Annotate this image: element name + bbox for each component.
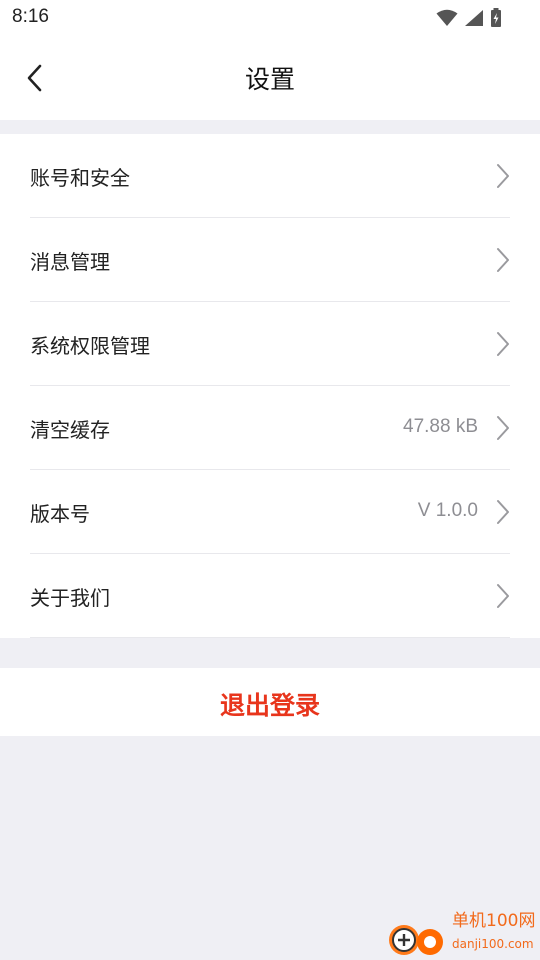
svg-text:danji100.com: danji100.com xyxy=(452,937,534,951)
menu-item-version[interactable]: 版本号 V 1.0.0 xyxy=(0,470,540,554)
menu-item-label: 账号和安全 xyxy=(30,166,130,190)
menu-item-clear-cache[interactable]: 清空缓存 47.88 kB xyxy=(0,386,540,470)
chevron-right-icon xyxy=(497,164,509,188)
chevron-right-icon xyxy=(497,416,509,440)
menu-item-system-permissions[interactable]: 系统权限管理 xyxy=(0,302,540,386)
chevron-right-icon xyxy=(497,500,509,524)
status-icons xyxy=(436,8,502,28)
svg-text:单机100网: 单机100网 xyxy=(452,911,535,931)
chevron-right-icon xyxy=(497,584,509,608)
menu-item-account-security[interactable]: 账号和安全 xyxy=(0,134,540,218)
menu-item-label: 版本号 xyxy=(30,502,90,526)
menu-item-label: 消息管理 xyxy=(30,250,110,274)
watermark-logo: 单机100网 danji100.com xyxy=(389,911,535,955)
signal-icon xyxy=(465,10,483,26)
menu-item-label: 关于我们 xyxy=(30,586,110,610)
menu-item-label: 清空缓存 xyxy=(30,418,110,442)
status-bar: 8:16 xyxy=(0,0,540,36)
page-title: 设置 xyxy=(244,65,295,94)
settings-menu: 账号和安全 消息管理 系统权限管理 清空缓存 47.88 kB 版本号 V 1.… xyxy=(0,134,540,638)
settings-screen: 8:16 设置 账号和安全 消息管理 系统权限管理 清空缓存 47.88 kB … xyxy=(0,0,540,960)
status-time: 8:16 xyxy=(12,6,49,27)
logout-label: 退出登录 xyxy=(219,691,320,720)
divider xyxy=(30,637,510,638)
logout-button[interactable]: 退出登录 xyxy=(0,668,540,736)
app-header: 设置 xyxy=(0,36,540,120)
battery-charging-icon xyxy=(491,8,501,27)
chevron-right-icon xyxy=(497,248,509,272)
chevron-right-icon xyxy=(497,332,509,356)
menu-item-about-us[interactable]: 关于我们 xyxy=(0,554,540,638)
menu-item-label: 系统权限管理 xyxy=(30,334,150,358)
cache-size-value: 47.88 kB xyxy=(403,416,478,437)
version-value: V 1.0.0 xyxy=(417,500,478,521)
wifi-icon xyxy=(436,9,458,26)
menu-item-message-management[interactable]: 消息管理 xyxy=(0,218,540,302)
